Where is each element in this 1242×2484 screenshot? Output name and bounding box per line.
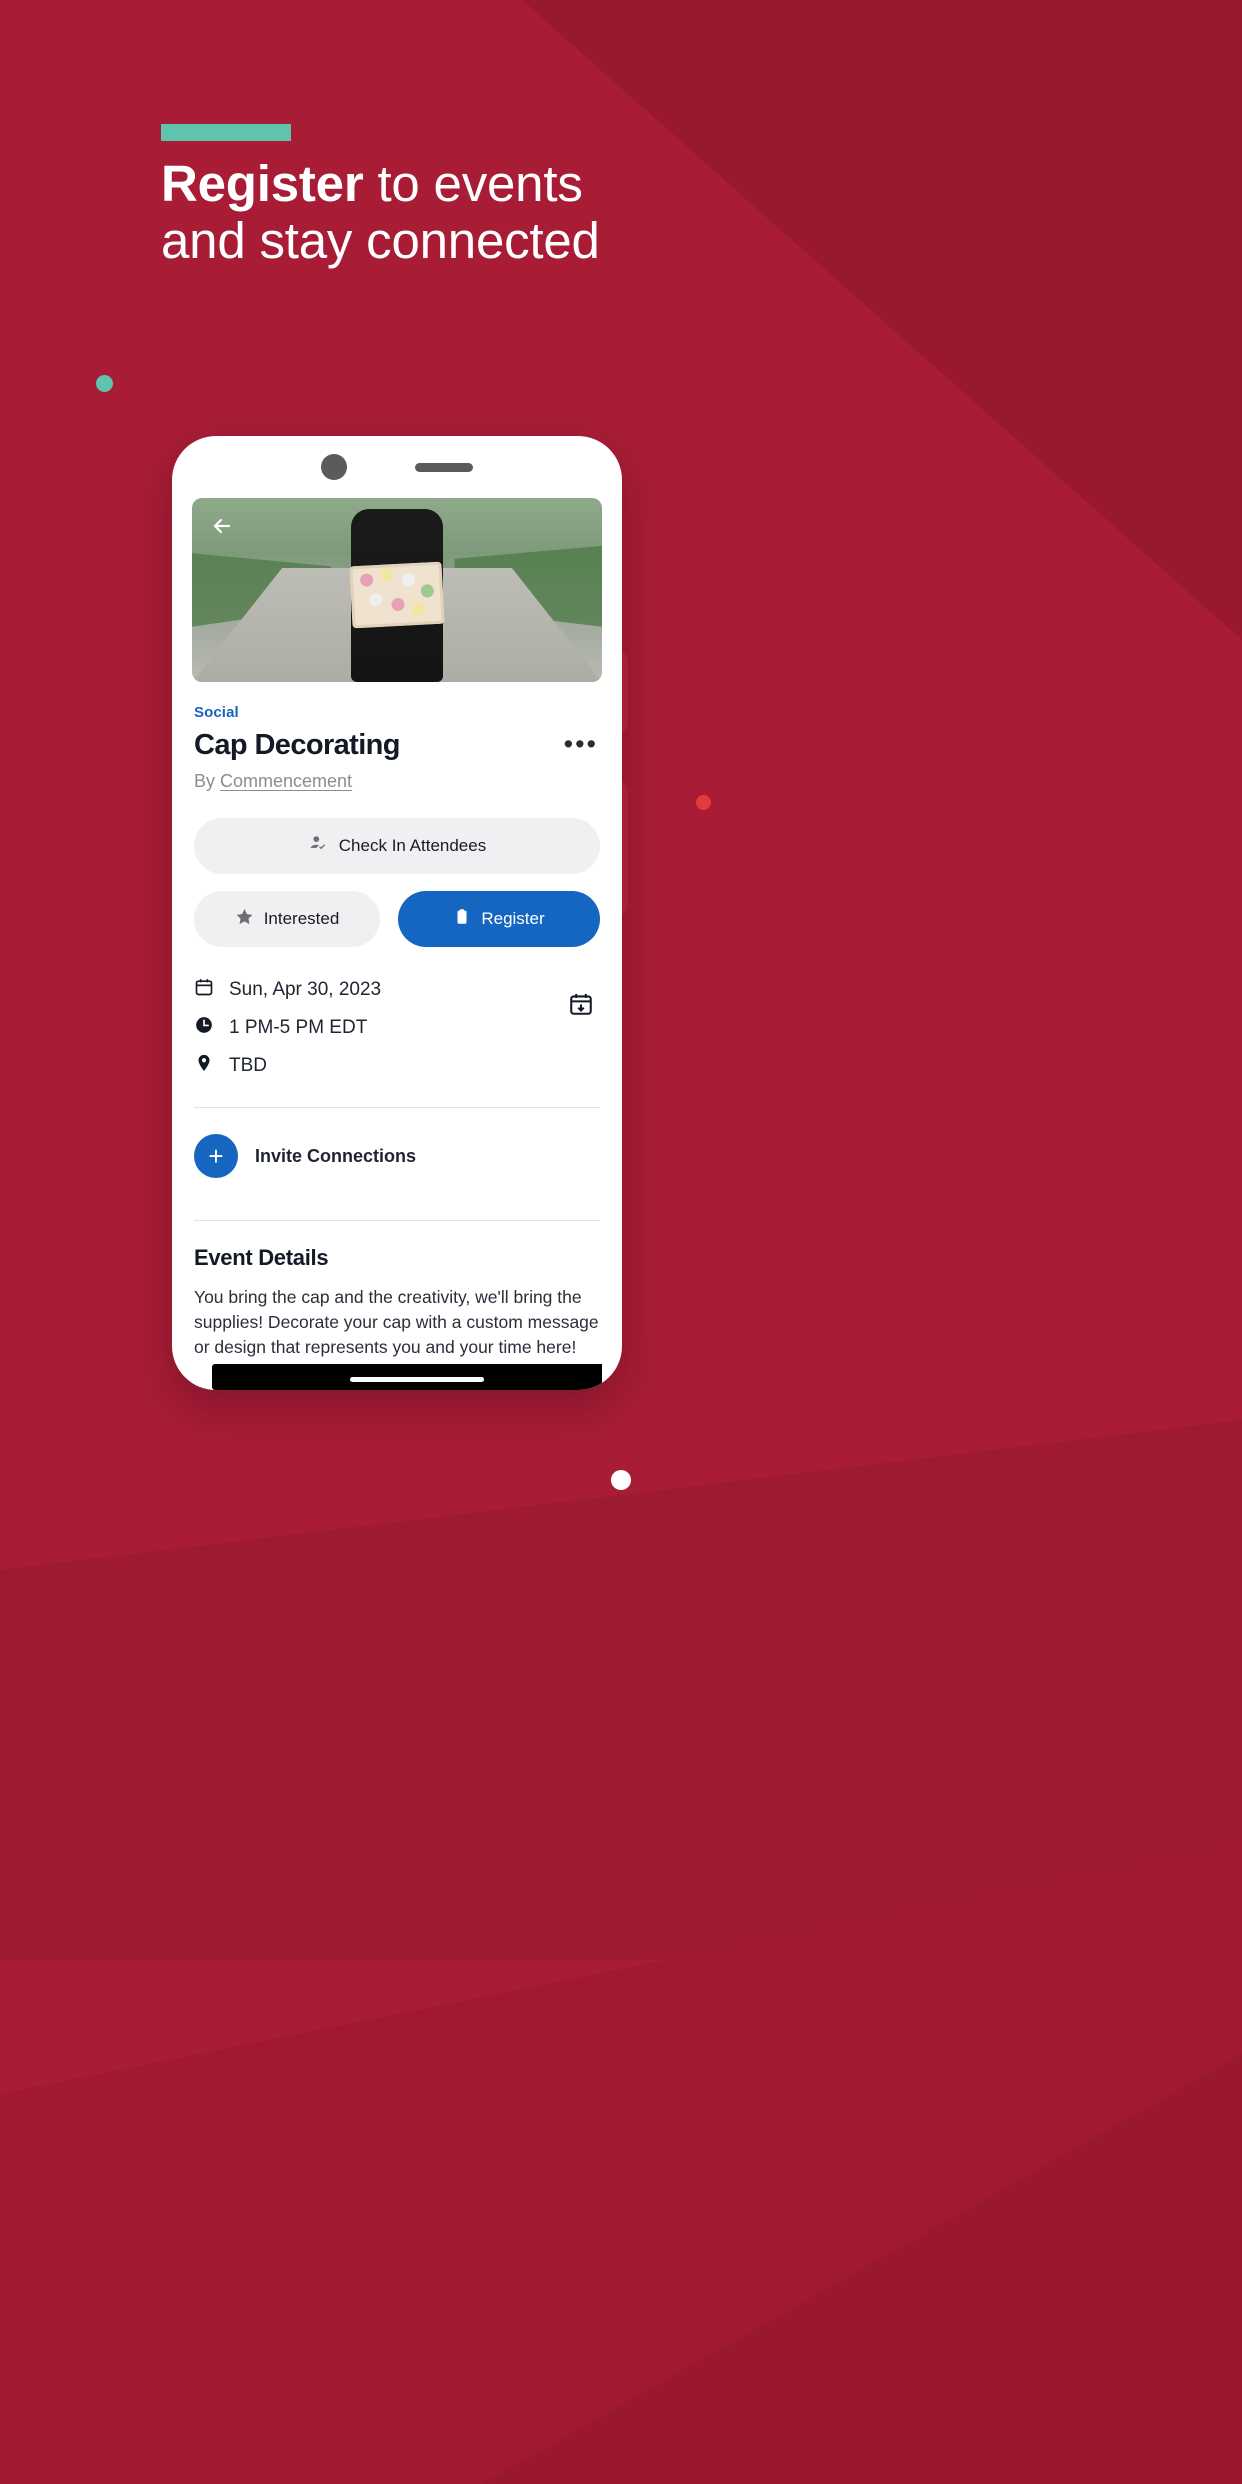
person-check-icon bbox=[308, 833, 329, 859]
speaker-grill-icon bbox=[415, 462, 473, 472]
event-byline: By Commencement bbox=[194, 771, 600, 792]
hero-flower bbox=[379, 568, 394, 583]
hero-flower bbox=[420, 584, 435, 598]
page-title: Cap Decorating bbox=[194, 729, 401, 761]
organizer-link[interactable]: Commencement bbox=[220, 771, 352, 791]
invite-connections-label: Invite Connections bbox=[255, 1145, 417, 1166]
event-meta-list: Sun, Apr 30, 2023 1 PM-5 PM EDT TBD bbox=[194, 977, 381, 1091]
decorative-red-dot bbox=[696, 795, 711, 810]
headline-rest: to events bbox=[363, 155, 583, 212]
phone-top-bar bbox=[172, 436, 622, 498]
event-content: Social Cap Decorating ••• By Commencemen… bbox=[192, 704, 602, 1360]
hero-flower bbox=[391, 597, 405, 612]
clipboard-icon bbox=[453, 908, 471, 931]
event-hero-image bbox=[192, 498, 602, 682]
promo-headline: Register to events and stay connected bbox=[161, 155, 861, 269]
event-time-row: 1 PM-5 PM EDT bbox=[194, 1015, 381, 1040]
divider-invite bbox=[194, 1220, 600, 1221]
check-in-label: Check In Attendees bbox=[338, 836, 487, 855]
carousel-page-indicator[interactable] bbox=[611, 1470, 631, 1490]
event-date: Sun, Apr 30, 2023 bbox=[229, 978, 382, 1000]
overflow-menu-icon[interactable]: ••• bbox=[554, 728, 600, 758]
back-arrow-icon[interactable] bbox=[208, 512, 236, 540]
phone-mockup: Social Cap Decorating ••• By Commencemen… bbox=[172, 436, 622, 1390]
hero-flower bbox=[411, 602, 426, 617]
check-in-attendees-button[interactable]: Check In Attendees bbox=[194, 818, 600, 874]
interested-label: Interested bbox=[263, 909, 340, 928]
primary-action-row: Interested Register bbox=[194, 891, 600, 947]
system-home-bar bbox=[212, 1364, 602, 1390]
byline-prefix: By bbox=[194, 771, 221, 791]
camera-dot-icon bbox=[321, 454, 347, 480]
hero-flower bbox=[359, 573, 374, 588]
headline-bold-word: Register bbox=[161, 155, 364, 212]
event-details-body: You bring the cap and the creativity, we… bbox=[194, 1287, 599, 1357]
event-category[interactable]: Social bbox=[194, 704, 600, 721]
event-title-row: Cap Decorating ••• bbox=[194, 728, 600, 762]
phone-screen: Social Cap Decorating ••• By Commencemen… bbox=[192, 498, 602, 1390]
plus-icon: + bbox=[194, 1134, 238, 1178]
location-pin-icon bbox=[194, 1053, 214, 1078]
hero-flower bbox=[368, 593, 383, 607]
event-location-row: TBD bbox=[194, 1053, 381, 1078]
hero-graduation-cap bbox=[349, 561, 445, 629]
decorative-teal-dot bbox=[96, 375, 113, 392]
calendar-add-icon[interactable] bbox=[568, 977, 600, 1022]
interested-button[interactable]: Interested bbox=[194, 891, 380, 947]
invite-connections-button[interactable]: + Invite Connections bbox=[194, 1108, 600, 1204]
bg-shape-middle bbox=[0, 1420, 1242, 1960]
star-icon bbox=[235, 907, 254, 931]
accent-bar bbox=[161, 124, 291, 141]
bg-shape-top-right bbox=[522, 0, 1242, 640]
event-location: TBD bbox=[229, 1054, 267, 1076]
home-indicator[interactable] bbox=[350, 1377, 484, 1382]
clock-icon bbox=[194, 1015, 214, 1040]
calendar-icon bbox=[194, 977, 214, 1002]
event-details-heading: Event Details bbox=[194, 1245, 329, 1270]
event-time: 1 PM-5 PM EDT bbox=[229, 1016, 368, 1038]
hero-flower bbox=[401, 573, 416, 587]
register-label: Register bbox=[481, 909, 545, 928]
event-date-row: Sun, Apr 30, 2023 bbox=[194, 977, 381, 1002]
event-meta: Sun, Apr 30, 2023 1 PM-5 PM EDT TBD bbox=[194, 977, 600, 1091]
register-button[interactable]: Register bbox=[398, 891, 600, 947]
headline-line-two: and stay connected bbox=[161, 212, 600, 269]
